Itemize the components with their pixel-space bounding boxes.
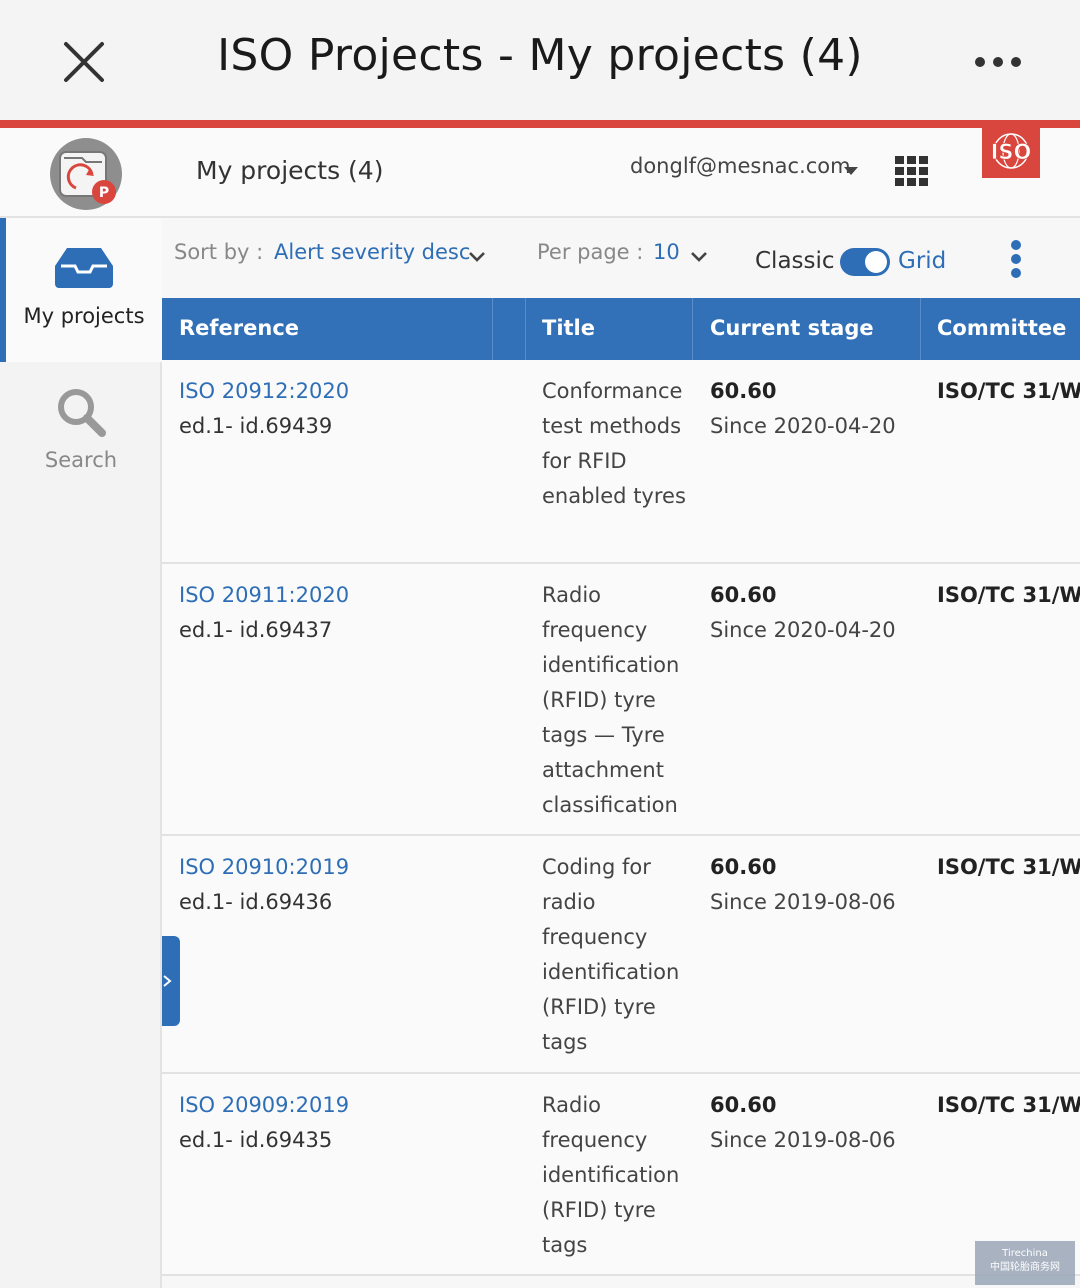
- reference-cell: ISO 20911:2020 ed.1- id.69437: [179, 578, 349, 648]
- stage-code: 60.60: [710, 855, 777, 879]
- iso-logo-text: ISO: [991, 140, 1032, 164]
- reference-link[interactable]: ISO 20909:2019: [179, 1088, 349, 1123]
- window-topbar: ISO Projects - My projects (4): [0, 0, 1080, 120]
- committee-cell: ISO/TC 31/WG: [937, 855, 1080, 879]
- committee-cell: ISO/TC 31/WG: [937, 379, 1080, 403]
- stage-since: Since 2019-08-06: [710, 890, 896, 914]
- chevron-down-icon[interactable]: [842, 162, 860, 175]
- column-header-reference[interactable]: Reference: [162, 298, 492, 360]
- brand-divider: [0, 120, 1080, 128]
- watermark-line2: 中国轮胎商务网: [990, 1262, 1060, 1273]
- title-cell: Conformance test methods for RFID enable…: [542, 379, 686, 508]
- table-row[interactable]: ISO 20912:2020 ed.1- id.69439 Conformanc…: [162, 360, 1080, 564]
- title-cell: Coding for radio frequency identificatio…: [542, 855, 680, 1054]
- app-header: P My projects (4) donglf@mesnac.com ISO: [0, 128, 1080, 218]
- chevron-right-icon: [163, 975, 172, 987]
- window-title: ISO Projects - My projects (4): [217, 30, 863, 81]
- more-options-icon[interactable]: [966, 44, 1030, 80]
- sidebar-expand-tab[interactable]: [162, 936, 180, 1026]
- page-title: My projects (4): [196, 156, 384, 185]
- watermark: Tirechina 中国轮胎商务网: [975, 1241, 1075, 1285]
- sidebar-item-search[interactable]: Search: [0, 368, 162, 512]
- sort-label: Sort by :: [174, 240, 264, 264]
- stage-since: Since 2020-04-20: [710, 618, 896, 642]
- committee-cell: ISO/TC 31/WG: [937, 583, 1080, 607]
- column-header-current-stage[interactable]: Current stage: [693, 298, 920, 360]
- per-page-label: Per page :: [537, 240, 644, 264]
- stage-code: 60.60: [710, 583, 777, 607]
- user-menu[interactable]: donglf@mesnac.com: [630, 154, 851, 178]
- projects-table: Reference Title Current stage Committee …: [162, 298, 1080, 1288]
- apps-grid-icon[interactable]: [895, 156, 929, 186]
- view-toggle[interactable]: [840, 248, 890, 276]
- inbox-icon: [55, 248, 113, 292]
- sidebar-item-label: Search: [44, 448, 118, 472]
- close-icon[interactable]: [56, 34, 112, 90]
- title-cell: Radio frequency identification (RFID) ty…: [542, 1093, 680, 1257]
- title-cell: Radio frequency identification (RFID) ty…: [542, 583, 680, 817]
- chevron-down-icon[interactable]: [690, 248, 708, 262]
- stage-cell: 60.60 Since 2020-04-20: [710, 374, 930, 444]
- sidebar: My projects Search: [0, 218, 162, 1288]
- edition-text: ed.1- id.69439: [179, 414, 333, 438]
- stage-since: Since 2019-08-06: [710, 1128, 896, 1152]
- sort-select[interactable]: Alert severity desc: [274, 240, 470, 264]
- reference-link[interactable]: ISO 20912:2020: [179, 374, 349, 409]
- sidebar-item-label: My projects: [23, 304, 145, 328]
- search-icon: [55, 386, 107, 442]
- iso-projects-app-icon[interactable]: P: [48, 136, 124, 212]
- chevron-down-icon[interactable]: [468, 248, 486, 262]
- column-header-committee[interactable]: Committee: [920, 298, 1080, 360]
- reference-cell: ISO 20909:2019 ed.1- id.69435: [179, 1088, 349, 1158]
- table-row[interactable]: ISO 20911:2020 ed.1- id.69437 Radio freq…: [162, 564, 1080, 836]
- stage-code: 60.60: [710, 1093, 777, 1117]
- edition-text: ed.1- id.69436: [179, 890, 333, 914]
- reference-cell: ISO 20912:2020 ed.1- id.69439: [179, 374, 349, 444]
- iso-logo: ISO: [982, 128, 1040, 178]
- toggle-knob: [865, 251, 887, 273]
- table-row[interactable]: ISO 20909:2019 ed.1- id.69435 Radio freq…: [162, 1074, 1080, 1276]
- kebab-menu-icon[interactable]: [1008, 240, 1024, 278]
- edition-text: ed.1- id.69435: [179, 1128, 333, 1152]
- per-page-select[interactable]: 10: [653, 240, 680, 264]
- reference-link[interactable]: ISO 20911:2020: [179, 578, 349, 613]
- column-header-title[interactable]: Title: [525, 298, 693, 360]
- view-grid-label[interactable]: Grid: [898, 248, 946, 274]
- committee-cell: ISO/TC 31/WG: [937, 1093, 1080, 1117]
- edition-text: ed.1- id.69437: [179, 618, 333, 642]
- sidebar-item-my-projects[interactable]: My projects: [0, 218, 162, 362]
- reference-link[interactable]: ISO 20910:2019: [179, 850, 349, 885]
- view-classic-label[interactable]: Classic: [755, 248, 835, 274]
- stage-cell: 60.60 Since 2019-08-06: [710, 1088, 930, 1158]
- watermark-line1: Tirechina: [1002, 1248, 1048, 1259]
- reference-cell: ISO 20910:2019 ed.1- id.69436: [179, 850, 349, 920]
- stage-cell: 60.60 Since 2020-04-20: [710, 578, 930, 648]
- column-divider: [492, 298, 493, 360]
- app-badge: P: [99, 185, 109, 201]
- list-toolbar: Sort by : Alert severity desc Per page :…: [162, 218, 1080, 298]
- stage-cell: 60.60 Since 2019-08-06: [710, 850, 930, 920]
- stage-since: Since 2020-04-20: [710, 414, 896, 438]
- table-header: Reference Title Current stage Committee: [162, 298, 1080, 360]
- stage-code: 60.60: [710, 379, 777, 403]
- table-row[interactable]: ISO 20910:2019 ed.1- id.69436 Coding for…: [162, 836, 1080, 1074]
